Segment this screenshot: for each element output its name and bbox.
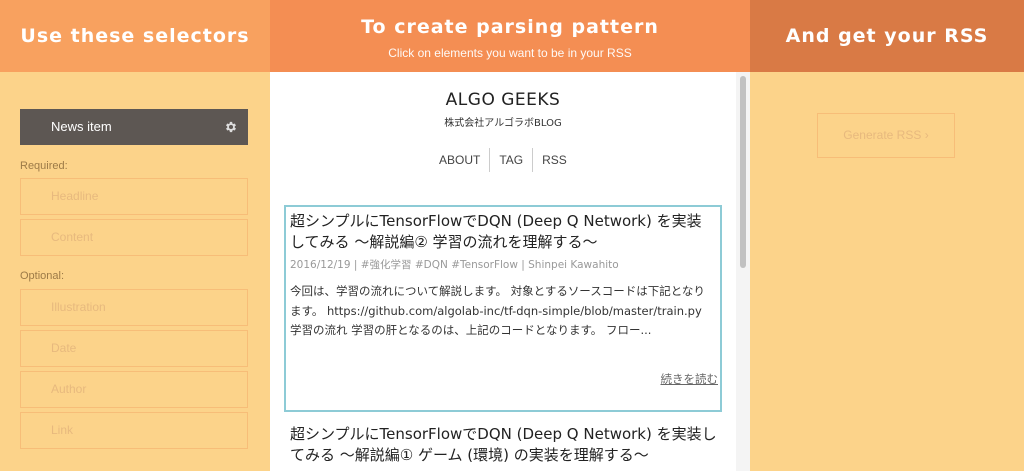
illustration-selector[interactable]: Illustration [20,289,248,326]
selectors-header: Use these selectors [0,0,270,88]
generate-rss-button[interactable]: Generate RSS › [817,113,955,158]
preview-scrollbar[interactable] [736,72,750,471]
post-title[interactable]: 超シンプルにTensorFlowでDQN (Deep Q Network) を実… [290,424,722,466]
nav-tag-link[interactable]: TAG [490,148,532,172]
blog-subtitle[interactable]: 株式会社アルゴラボBLOG [270,114,736,129]
headline-selector[interactable]: Headline [20,178,248,215]
nav-about-link[interactable]: ABOUT [430,148,489,172]
blog-nav: ABOUT TAG RSS [430,148,576,172]
pattern-header-subtitle: Click on elements you want to be in your… [388,46,632,60]
output-panel: Generate RSS › [750,72,1024,471]
pattern-header-title: To create parsing pattern [361,16,659,38]
rss-header: And get your RSS [750,0,1024,88]
link-selector[interactable]: Link [20,412,248,449]
post-item-highlighted[interactable]: 超シンプルにTensorFlowでDQN (Deep Q Network) を実… [284,205,722,412]
blog-title[interactable]: ALGO GEEKS [270,90,736,110]
date-selector[interactable]: Date [20,330,248,367]
selectors-panel: News item Required: Headline Content Opt… [0,72,270,471]
content-selector[interactable]: Content [20,219,248,256]
post-title[interactable]: 超シンプルにTensorFlowでDQN (Deep Q Network) を実… [290,211,716,253]
post-excerpt[interactable]: 今回は、学習の流れについて解説します。 対象とするソースコードは下記となります。… [290,282,716,341]
read-more-link[interactable]: 続きを読む [661,371,719,387]
post-item[interactable]: 超シンプルにTensorFlowでDQN (Deep Q Network) を実… [284,424,722,466]
page-preview[interactable]: ALGO GEEKS 株式会社アルゴラボBLOG ABOUT TAG RSS 超… [270,72,750,471]
optional-label: Optional: [20,270,65,282]
scrollbar-thumb[interactable] [740,76,746,268]
nav-rss-link[interactable]: RSS [533,148,576,172]
generate-rss-label: Generate RSS [843,128,922,142]
post-meta[interactable]: 2016/12/19 | #強化学習 #DQN #TensorFlow | Sh… [290,257,716,272]
required-label: Required: [20,160,68,172]
rss-header-title: And get your RSS [785,25,989,47]
pattern-header: To create parsing pattern Click on eleme… [270,0,750,72]
author-selector[interactable]: Author [20,371,248,408]
news-item-selector[interactable]: News item [20,109,248,145]
selectors-header-title: Use these selectors [20,25,250,47]
gear-icon[interactable] [224,120,238,134]
news-item-label: News item [51,119,112,134]
chevron-right-icon: › [924,128,929,142]
